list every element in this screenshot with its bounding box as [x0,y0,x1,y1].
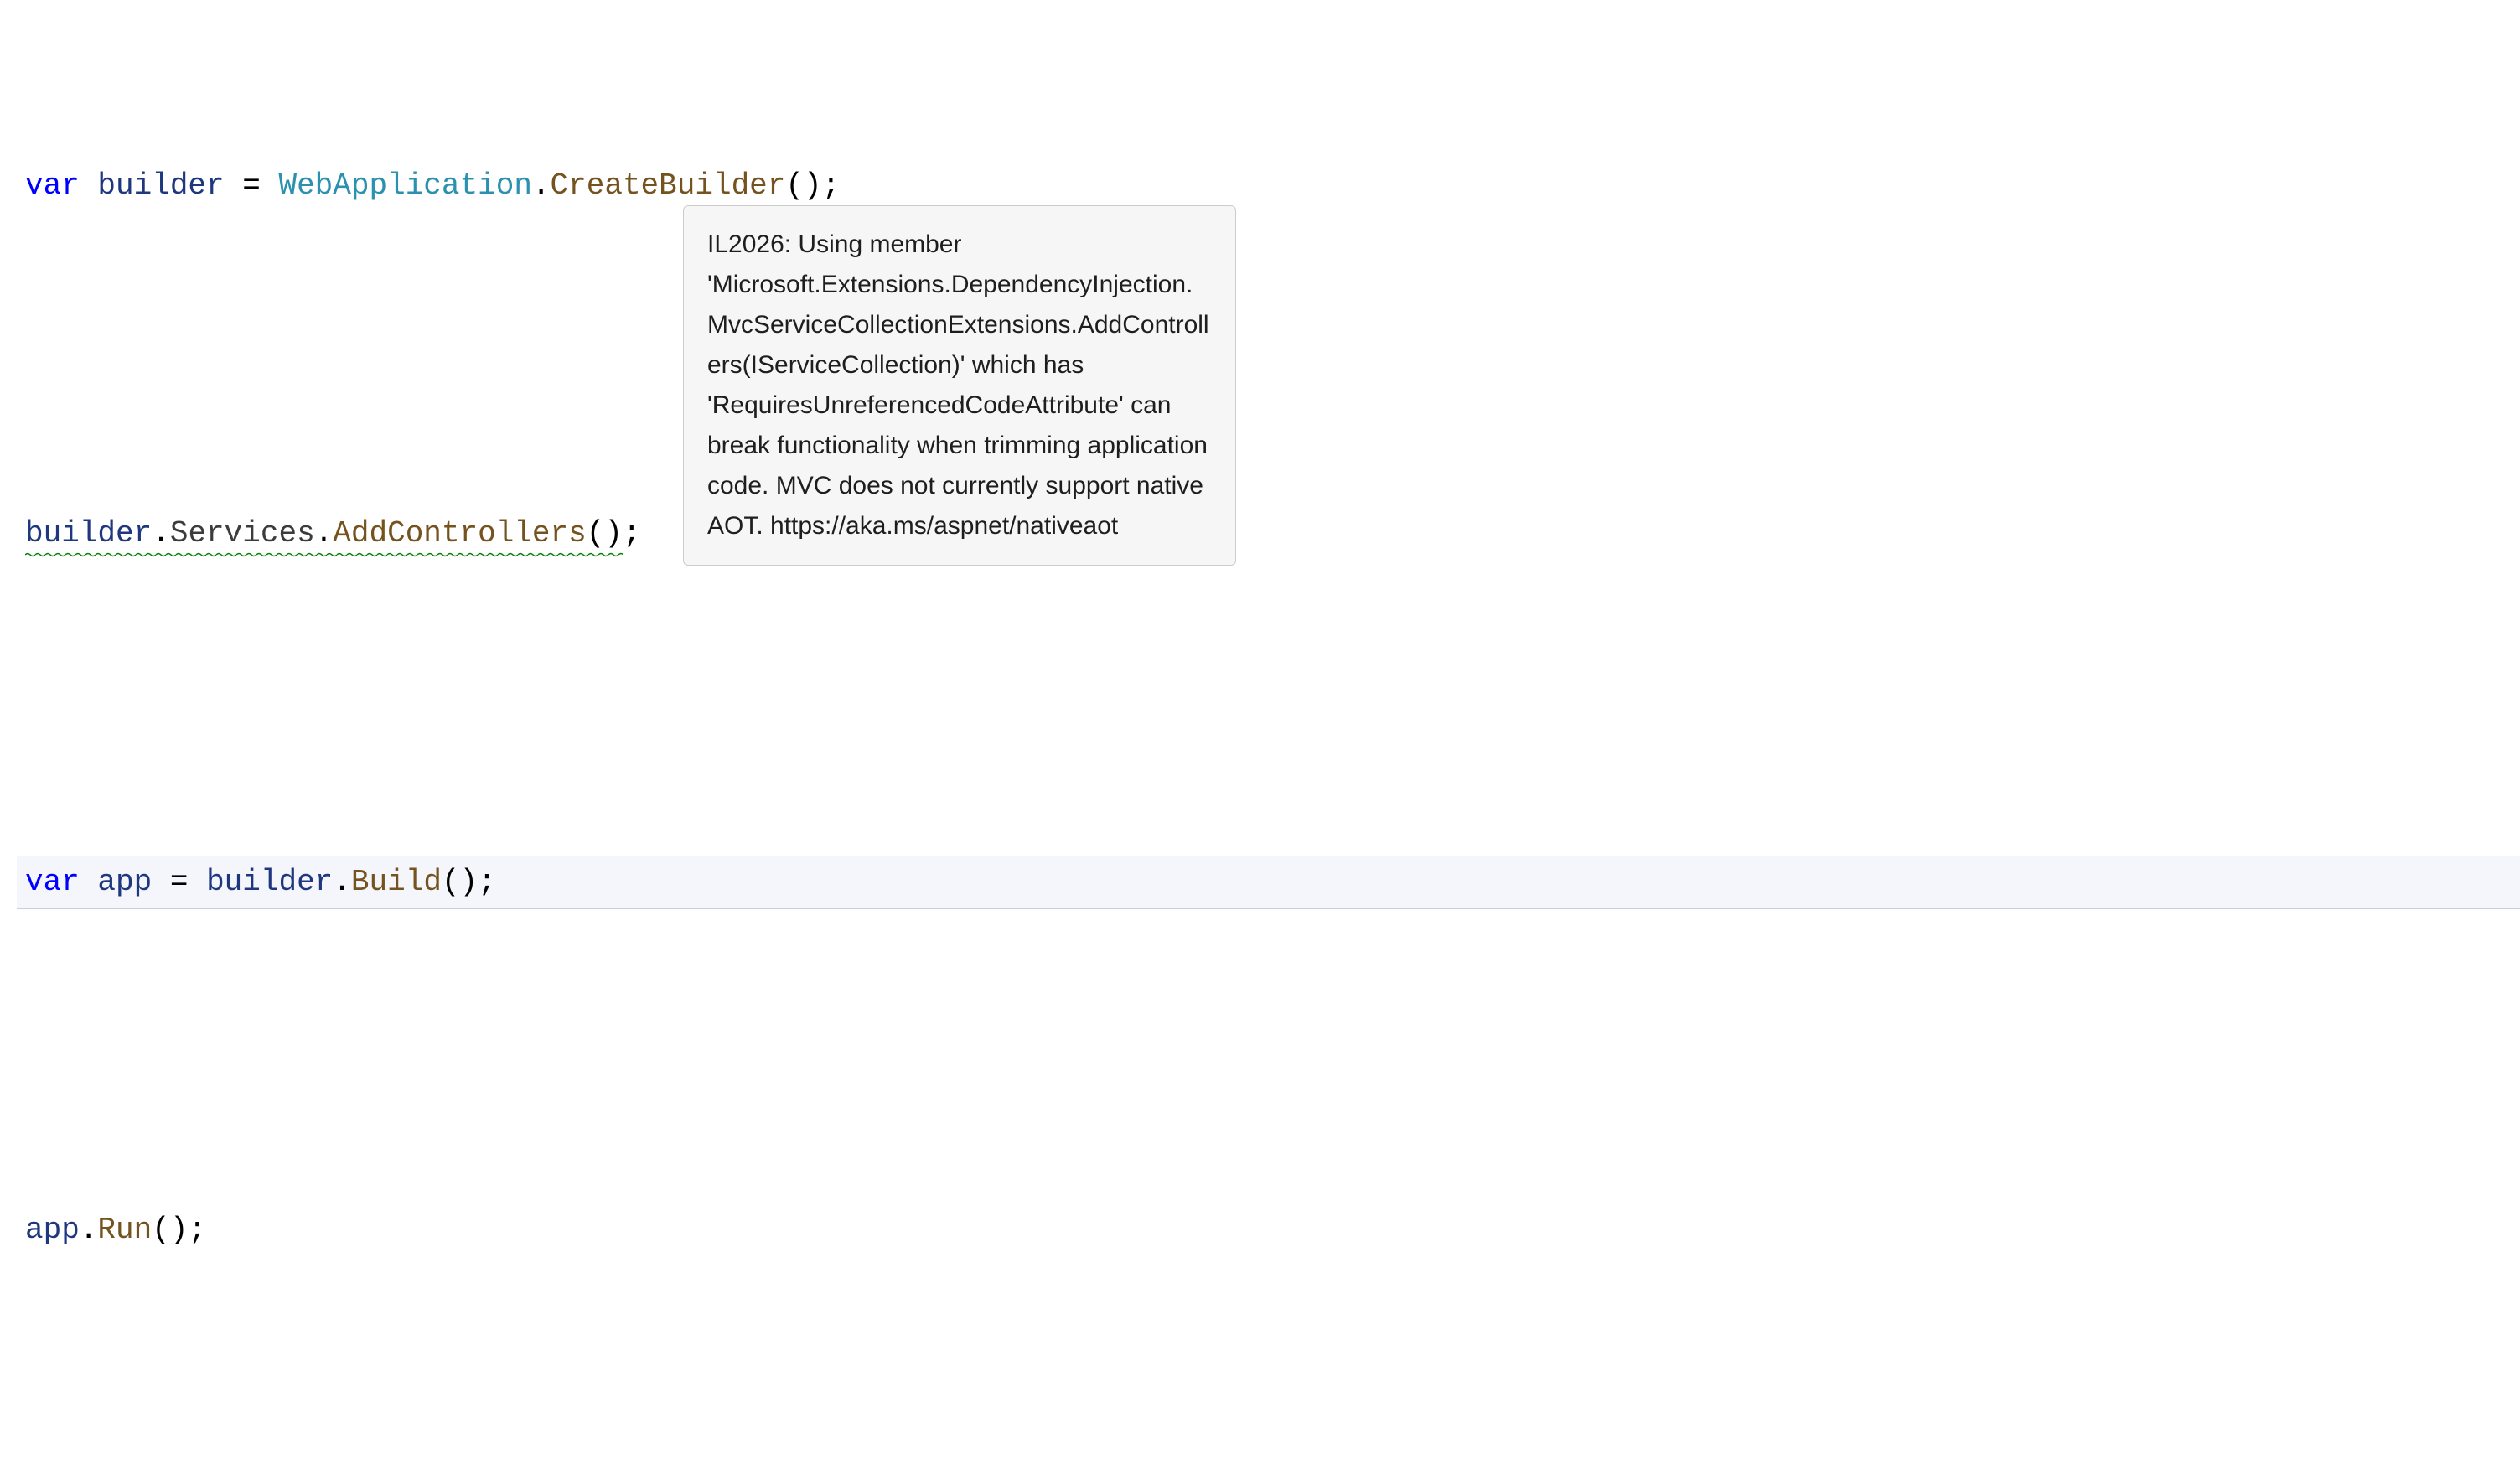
semicolon: ; [623,516,641,551]
identifier-builder: builder [25,516,152,551]
method-build: Build [351,865,442,899]
dot-operator: . [315,516,334,551]
method-createbuilder: CreateBuilder [551,168,786,203]
warning-tooltip: IL2026: Using member 'Microsoft.Extensio… [683,205,1236,566]
dot-operator: . [152,516,170,551]
parens-semicolon: (); [785,168,840,203]
code-line-1[interactable]: var builder = WebApplication.CreateBuild… [25,160,2520,212]
type-webapplication: WebApplication [278,168,531,203]
keyword-var: var [25,168,80,203]
code-editor[interactable]: var builder = WebApplication.CreateBuild… [25,34,2520,1425]
code-line-4[interactable]: app.Run(); [25,1204,2520,1256]
operator-equals: = [170,865,206,899]
blank-line [25,339,2520,381]
dot-operator: . [532,168,551,203]
parens-semicolon: (); [152,1213,206,1247]
keyword-var: var [25,865,80,899]
parens-semicolon: (); [442,865,496,899]
operator-equals: = [242,168,278,203]
code-line-2[interactable]: builder.Services.AddControllers(); [25,508,2520,560]
warning-squiggle[interactable]: builder.Services.AddControllers() [25,513,623,555]
identifier-app: app [80,865,170,899]
code-line-3-current[interactable]: var app = builder.Build(); [17,856,2520,909]
dot-operator: . [333,865,351,899]
parens: () [587,516,623,551]
member-services: Services [170,516,315,551]
tooltip-message: IL2026: Using member 'Microsoft.Extensio… [707,230,1209,540]
identifier-builder: builder [206,865,333,899]
blank-line [25,1036,2520,1078]
method-addcontrollers: AddControllers [333,516,586,551]
method-run: Run [97,1213,152,1247]
identifier-app: app [25,1213,80,1247]
identifier-builder: builder [80,168,242,203]
blank-line [25,686,2520,728]
dot-operator: . [80,1213,98,1247]
